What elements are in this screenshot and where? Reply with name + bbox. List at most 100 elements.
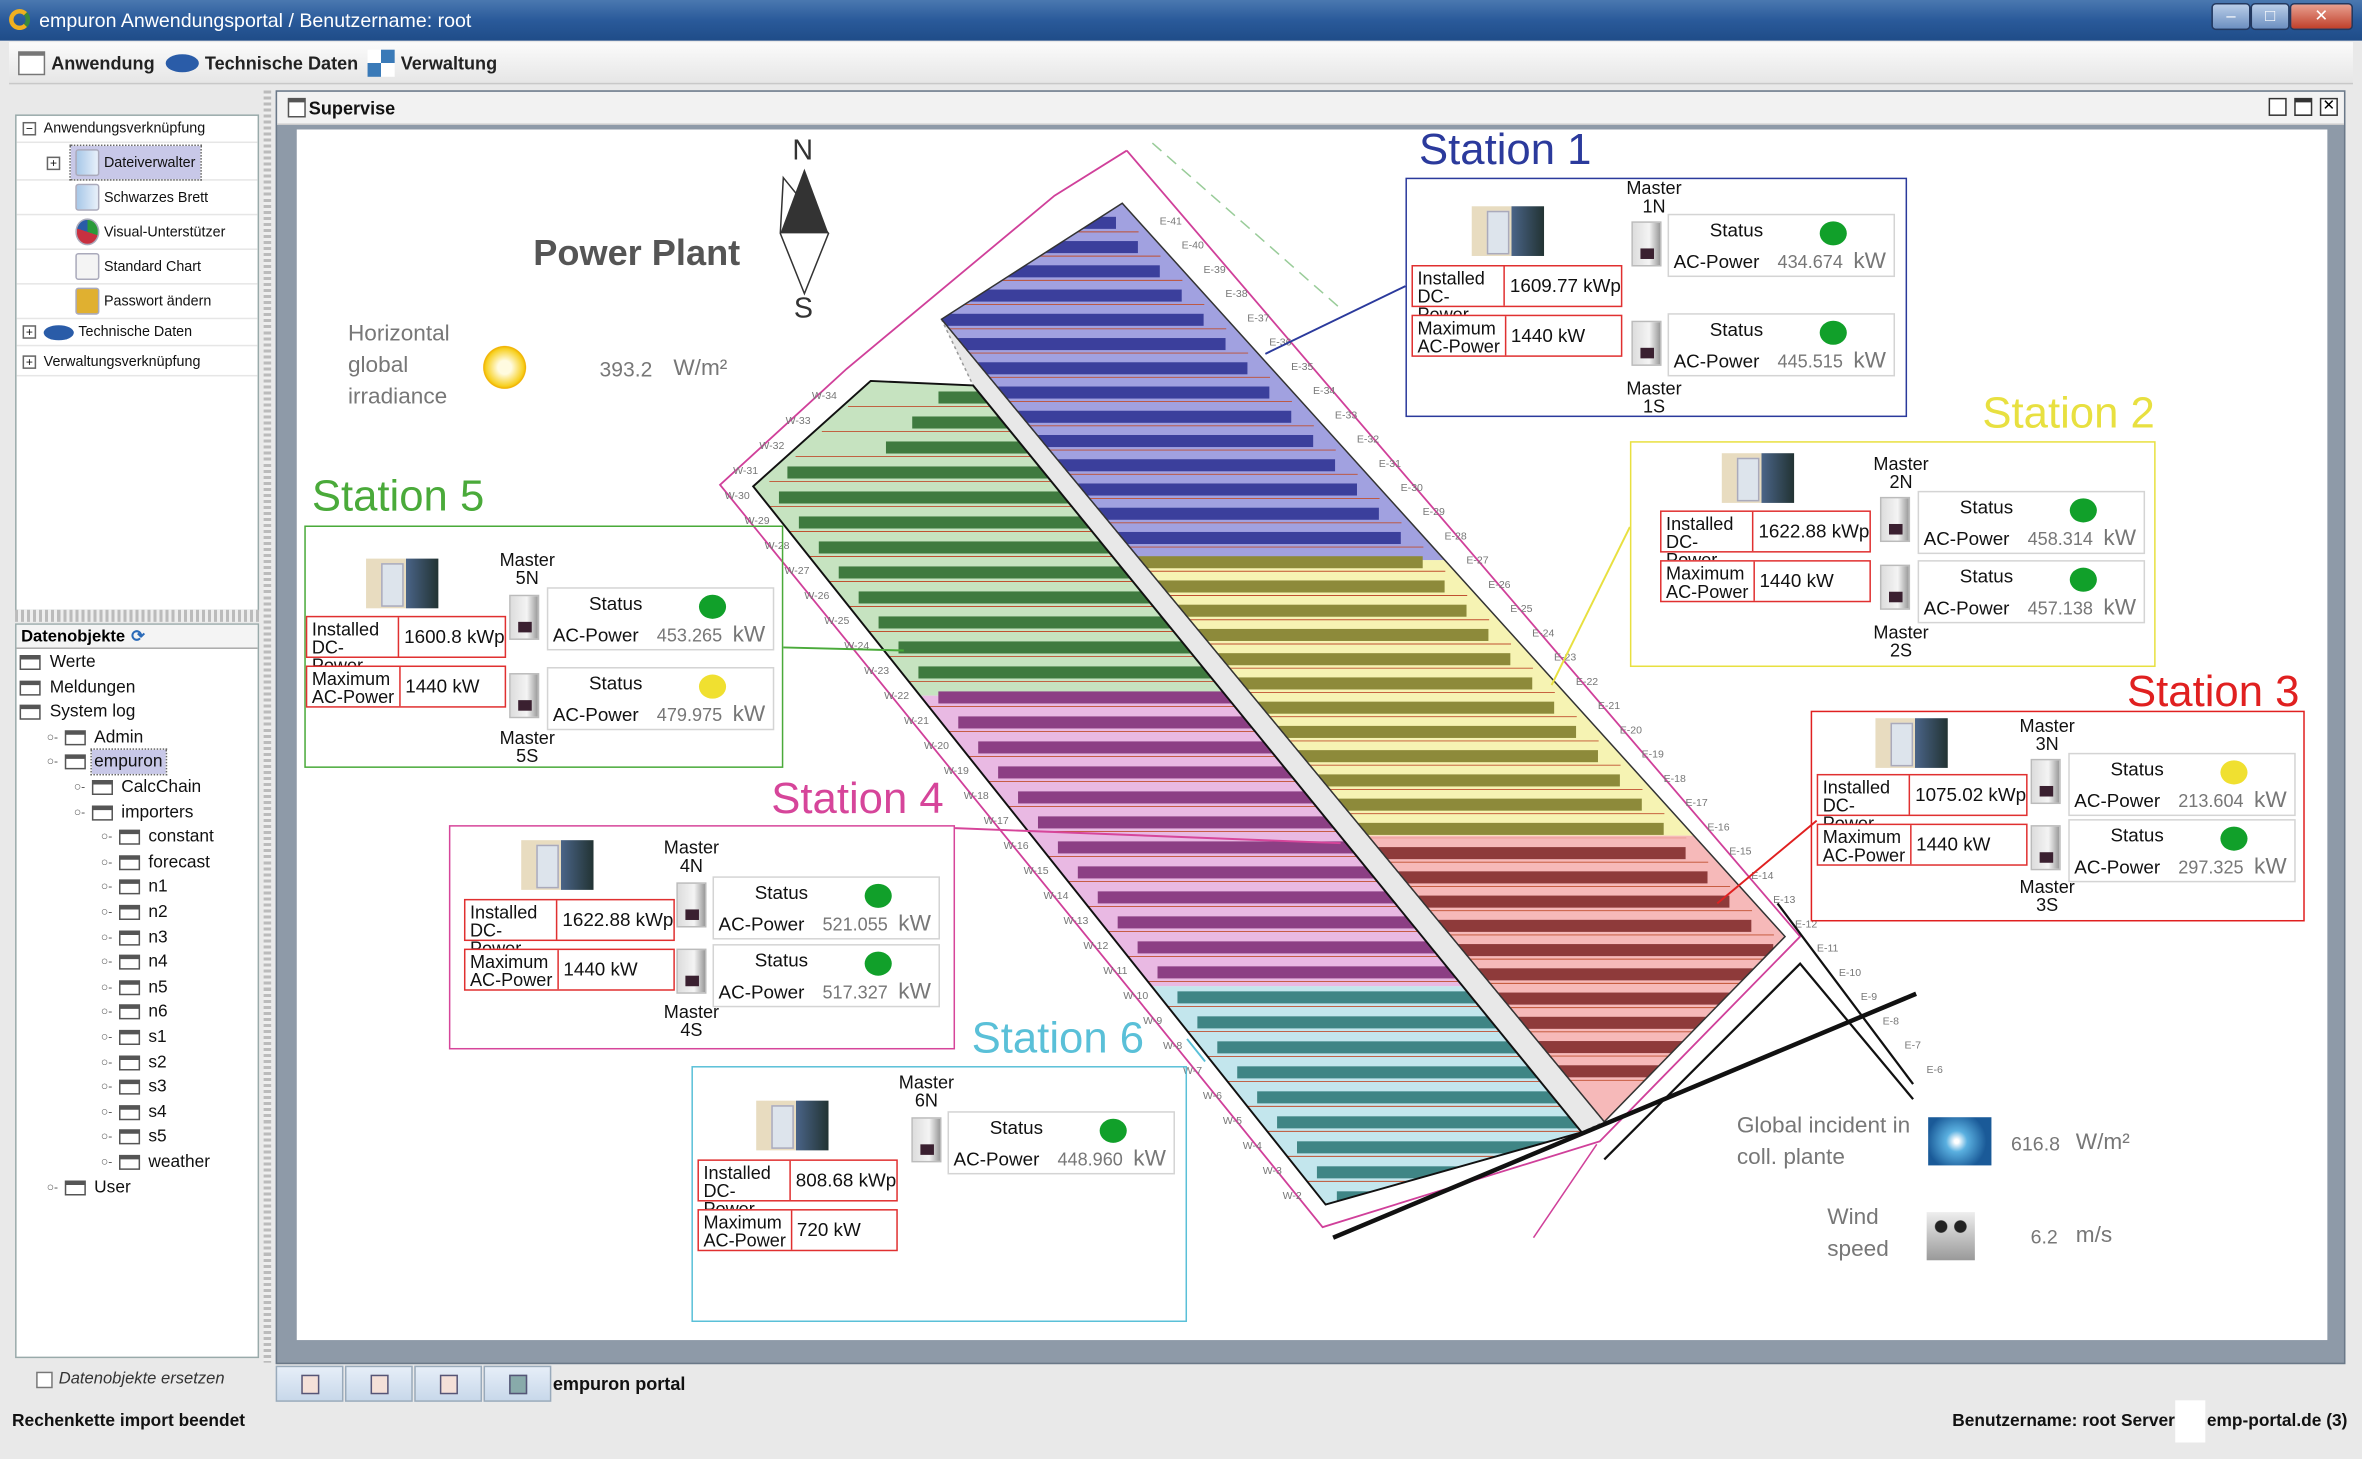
app-window: empuron Anwendungsportal / Benutzername:… [0, 0, 2362, 1459]
ac-power-unit: kW [732, 621, 766, 648]
incident-value: 616.8 [2011, 1132, 2061, 1155]
master-id: 1N [1642, 195, 1666, 217]
ac-power-value: 517.327 [822, 981, 888, 1003]
status-label: Status [1959, 496, 2014, 518]
ac-power-label: AC-Power [2074, 790, 2161, 812]
bottom-tab-label[interactable]: empuron portal [553, 1373, 686, 1394]
installed-power-label: Installed DC-Power [1413, 266, 1506, 324]
ac-power-value: 434.674 [1777, 251, 1843, 273]
maximum-power-box: Maximum AC-Power 1440 kW [463, 948, 675, 991]
master-label: Master 2N [1863, 455, 1938, 491]
installed-power-box: Installed DC-Power808.68 kWp [697, 1159, 898, 1218]
ac-power-unit: kW [1133, 1145, 1166, 1172]
maximum-power-label: Maximum AC-Power [1818, 825, 1912, 865]
master-label: Master 4N [654, 839, 729, 875]
status-bar: Rechenkette import beendet Benutzername:… [0, 1400, 2362, 1443]
master-2N-status-box: Status AC-Power 458.314 kW [1917, 490, 2146, 555]
master-label: Master 3N [2010, 717, 2085, 753]
station-title: Station 6 [971, 1014, 1145, 1064]
master-label: Master 1N [1616, 179, 1691, 215]
maximum-power-box: Maximum AC-Power 1440 kW [1816, 823, 2028, 866]
master-id: 2S [1889, 639, 1913, 662]
master-label: Master 3S [2010, 878, 2085, 914]
status-indicator-green [864, 883, 892, 908]
station-photo [1471, 206, 1545, 256]
ac-power-label: AC-Power [552, 704, 639, 726]
anemometer-icon [1926, 1212, 1975, 1261]
installed-power-label: Installed DC-Power [1818, 775, 1911, 833]
stack-button[interactable] [344, 1365, 413, 1402]
incident-label: Global incident in [1736, 1112, 1911, 1139]
installed-power-value: 808.68 kWp [795, 1169, 897, 1192]
ac-power-value: 453.265 [656, 624, 723, 646]
master-id: 1S [1642, 395, 1666, 418]
master-label: Master 5N [490, 551, 565, 587]
inverter-icon [1879, 496, 1911, 543]
status-indicator-green [864, 951, 892, 976]
ac-power-label: AC-Power [1673, 251, 1760, 273]
master-word: Master [1626, 177, 1682, 199]
installed-power-value: 1075.02 kWp [1915, 784, 2027, 806]
ac-power-label: AC-Power [1923, 597, 2010, 619]
maximum-power-value: 1440 kW [563, 959, 638, 981]
ac-power-unit: kW [1853, 248, 1886, 275]
inverter-icon [1631, 221, 1662, 267]
master-word: Master [1626, 377, 1682, 400]
status-label: Status [1709, 319, 1764, 341]
irradiance-label: irradiance [347, 383, 448, 410]
status-label: Status [754, 882, 809, 904]
wind-label: Wind [1827, 1204, 1879, 1231]
maximum-power-box: Maximum AC-Power 720 kW [697, 1209, 898, 1252]
master-3N-status-box: Status AC-Power 213.604 kW [2068, 752, 2296, 817]
external-button[interactable] [414, 1365, 483, 1402]
sun-icon [480, 343, 529, 392]
maximum-power-label: Maximum AC-Power [1413, 316, 1507, 355]
master-1N-status-box: Status AC-Power 434.674 kW [1667, 213, 1896, 278]
installed-power-box: Installed DC-Power1609.77 kWp [1411, 265, 1623, 324]
master-id: 5S [516, 745, 539, 767]
installed-power-box: Installed DC-Power1622.88 kWp [463, 898, 675, 958]
installed-power-value: 1622.88 kWp [562, 909, 674, 931]
window-button[interactable] [483, 1365, 552, 1402]
status-label: Status [2110, 758, 2164, 780]
inverter-icon [509, 673, 540, 719]
tile-button[interactable] [275, 1365, 344, 1402]
maximum-power-value: 720 kW [796, 1219, 861, 1241]
ac-power-unit: kW [2103, 594, 2137, 621]
station-photo [521, 840, 594, 890]
wind-unit: m/s [2075, 1222, 2113, 1249]
compass-north: N [792, 135, 814, 168]
master-5N-status-box: Status AC-Power 453.265 kW [546, 587, 775, 651]
server-indicator [2175, 1400, 2206, 1443]
status-label: Status [588, 593, 643, 615]
inverter-icon [676, 948, 707, 994]
status-label: Status [1709, 219, 1764, 241]
maximum-power-value: 1440 kW [1916, 834, 1991, 856]
irradiance-unit: W/m² [673, 355, 728, 381]
maximum-power-value: 1440 kW [405, 676, 480, 698]
status-indicator-green [1819, 320, 1847, 345]
window-icon [509, 1374, 528, 1395]
maximum-power-label: Maximum AC-Power [307, 667, 401, 706]
master-label: Master 6N [889, 1074, 964, 1110]
master-5S-status-box: Status AC-Power 479.975 kW [546, 667, 775, 731]
status-indicator-green [2069, 567, 2097, 592]
plant-overlay: Power Plant N S Horizontal global irradiance 3… [0, 0, 2362, 1459]
installed-power-value: 1622.88 kWp [1758, 520, 1870, 543]
sky-sun-icon [1928, 1117, 1992, 1166]
status-indicator-green [1099, 1118, 1127, 1143]
master-id: 4S [680, 1019, 703, 1041]
station-title: Station 5 [311, 472, 485, 521]
installed-power-box: Installed DC-Power1622.88 kWp [1660, 510, 1871, 569]
master-id: 4N [679, 855, 703, 877]
master-id: 6N [914, 1090, 938, 1112]
station-title: Station 2 [1982, 389, 2155, 439]
compass-south: S [793, 293, 813, 326]
ac-power-unit: kW [898, 910, 931, 937]
tile-icon [301, 1374, 320, 1395]
inverter-icon [2030, 758, 2061, 805]
ac-power-label: AC-Power [953, 1148, 1040, 1170]
inverter-icon [911, 1117, 942, 1163]
status-server: emp-portal.de (3) [2206, 1412, 2348, 1431]
ac-power-unit: kW [732, 701, 766, 728]
